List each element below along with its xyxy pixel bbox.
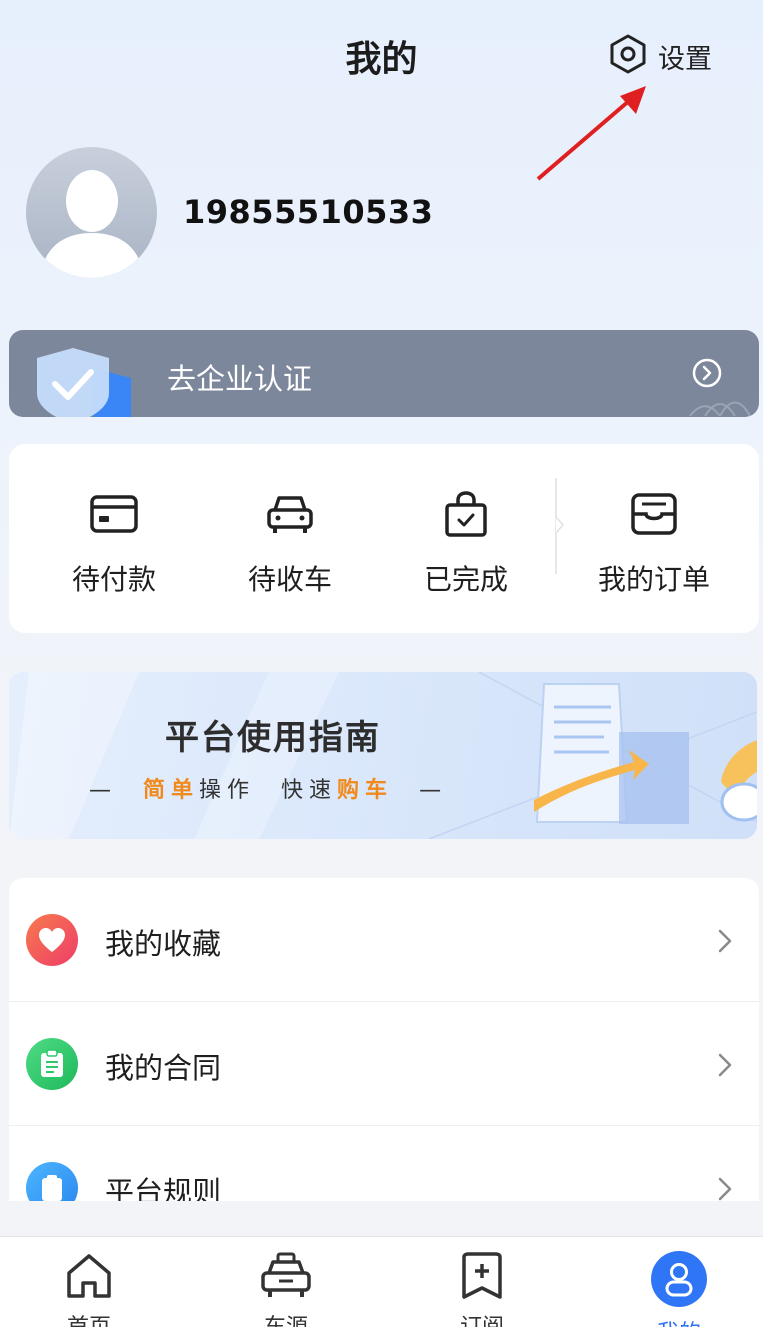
profile-icon (651, 1251, 707, 1307)
divider-notch (555, 516, 564, 534)
settings-icon (608, 33, 648, 79)
tab-profile[interactable]: 我的 (619, 1237, 739, 1327)
menu-item-label: 平台规则 (105, 1175, 222, 1201)
chevron-right-icon (718, 1053, 732, 1077)
menu-item-label: 我的收藏 (105, 927, 222, 961)
platform-guide-banner[interactable]: 平台使用指南 — 简单操作 快速购车 — (9, 672, 757, 839)
order-completed[interactable]: 已完成 (379, 444, 553, 633)
order-label: 待付款 (71, 563, 156, 596)
order-pending-receipt[interactable]: 待收车 (203, 444, 377, 633)
enterprise-certification-banner[interactable]: 去企业认证 (9, 330, 759, 417)
tab-home[interactable]: 首页 (29, 1237, 149, 1327)
user-phone: 19855510533 (183, 193, 434, 231)
menu-item-rules[interactable]: 平台规则 (9, 1126, 759, 1201)
tab-car-source[interactable]: 车源 (226, 1237, 346, 1327)
home-icon (61, 1251, 117, 1301)
settings-label: 设置 (658, 43, 712, 75)
car-icon (264, 490, 316, 538)
menu-item-favorites[interactable]: 我的收藏 (9, 878, 759, 1002)
bottom-tab-bar: 首页 车源 订阅 (0, 1236, 763, 1327)
chevron-circle-right-icon (692, 358, 722, 388)
guide-text-fast: 快速 (281, 778, 338, 803)
tab-active-indicator (651, 1251, 707, 1307)
annotation-arrow (536, 86, 646, 181)
settings-button[interactable]: 设置 (608, 34, 712, 78)
orders-card: 待付款 待收车 已完成 我的订单 (9, 444, 759, 633)
card-icon (88, 490, 140, 538)
avatar-silhouette-icon (40, 170, 144, 278)
guide-highlight-simple: 简单 (143, 778, 200, 803)
menu-item-label: 我的合同 (105, 1051, 222, 1085)
tab-label: 我的 (657, 1315, 701, 1327)
order-label: 已完成 (423, 563, 508, 596)
tab-label: 订阅 (460, 1309, 504, 1327)
guide-dash-right: — (419, 778, 448, 803)
tab-subscribe[interactable]: 订阅 (422, 1237, 542, 1327)
decorative-waves (689, 401, 751, 417)
order-label: 待收车 (247, 563, 332, 596)
heart-icon (26, 914, 78, 966)
order-box-icon (628, 490, 680, 538)
guide-background-art (9, 672, 757, 839)
my-orders[interactable]: 我的订单 (569, 444, 739, 633)
contract-icon (26, 1038, 78, 1090)
menu-list: 我的收藏 我的合同 平台规则 (9, 878, 759, 1201)
guide-text-operate: 操作 (199, 778, 256, 803)
guide-subtitle: — 简单操作 快速购车 — (89, 772, 447, 804)
menu-item-contracts[interactable]: 我的合同 (9, 1002, 759, 1126)
tab-label: 首页 (67, 1309, 111, 1327)
rules-icon (26, 1162, 78, 1201)
shield-check-icon (37, 348, 131, 417)
order-label: 我的订单 (597, 563, 710, 596)
subscribe-icon (454, 1251, 510, 1301)
guide-title: 平台使用指南 (165, 718, 381, 758)
guide-highlight-buy: 购车 (337, 778, 394, 803)
chevron-right-icon (718, 1177, 732, 1201)
guide-dash-left: — (89, 778, 117, 803)
avatar[interactable] (26, 147, 157, 278)
chevron-right-icon (718, 929, 732, 953)
tab-label: 车源 (264, 1309, 308, 1327)
certification-label: 去企业认证 (167, 362, 313, 396)
bag-check-icon (440, 490, 492, 538)
order-pending-payment[interactable]: 待付款 (27, 444, 201, 633)
car-source-icon (258, 1251, 314, 1301)
